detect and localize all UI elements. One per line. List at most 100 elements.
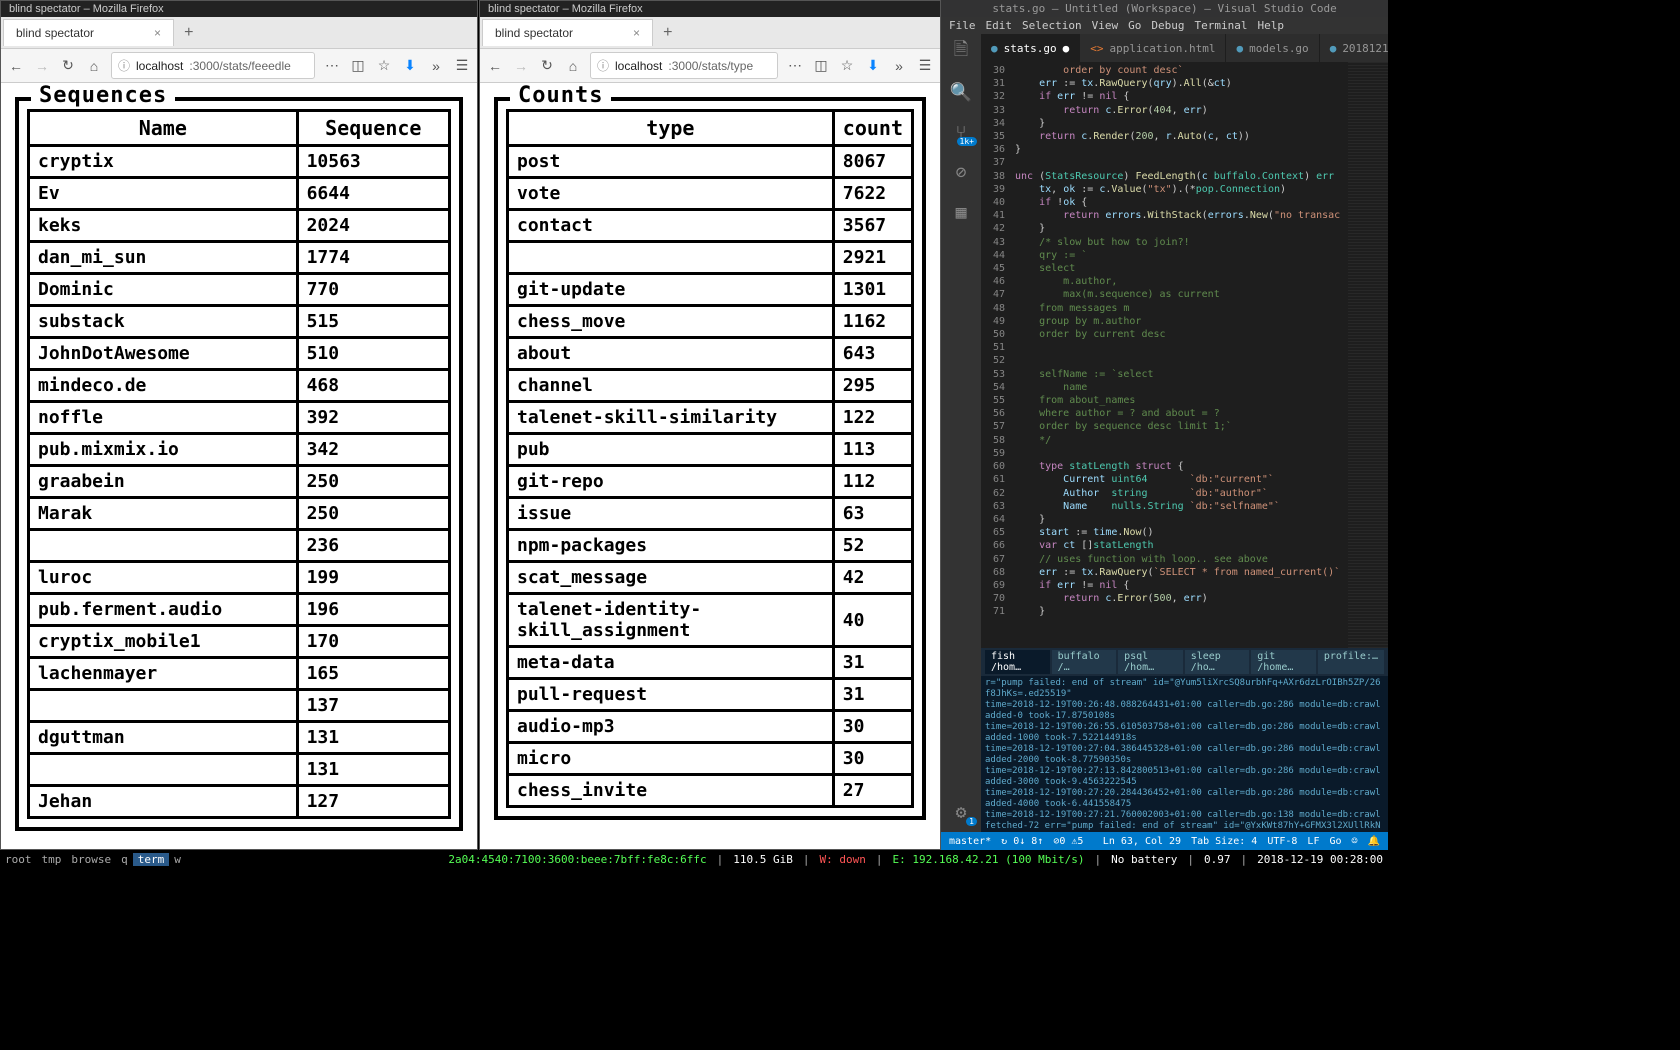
download-icon[interactable]: ⬇ [401, 57, 419, 74]
cell-value: 52 [833, 530, 912, 562]
info-icon[interactable]: ⓘ [118, 57, 130, 74]
cursor-position[interactable]: Ln 63, Col 29 [1103, 836, 1181, 847]
debug-icon[interactable]: ⊘ [949, 160, 973, 184]
home-icon[interactable]: ⌂ [85, 58, 103, 74]
tab-strip: blind spectator × + [1, 17, 477, 49]
cell-value: 1301 [833, 274, 912, 306]
forward-icon[interactable]: → [33, 58, 51, 74]
table-row: chess_move1162 [508, 306, 913, 338]
more-icon[interactable]: ⋯ [786, 57, 804, 74]
workspace-tmp[interactable]: tmp [37, 853, 67, 866]
ipv6-address: 2a04:4540:7100:3600:beee:7bff:fe8c:6ffc [443, 853, 711, 866]
reload-icon[interactable]: ↻ [59, 57, 77, 74]
code-lines[interactable]: order by count desc` err := tx.RawQuery(… [1015, 62, 1348, 648]
menu-item-selection[interactable]: Selection [1022, 19, 1082, 32]
git-branch[interactable]: master* [949, 836, 991, 847]
cell-value: 31 [833, 679, 912, 711]
menu-icon[interactable]: ☰ [453, 57, 471, 74]
browser-tab[interactable]: blind spectator × [3, 19, 174, 46]
col-sequence: Sequence [297, 111, 449, 146]
menu-item-view[interactable]: View [1092, 19, 1119, 32]
code-area[interactable]: 30 31 32 33 34 35 36 37 38 39 40 41 42 4… [981, 62, 1388, 648]
close-icon[interactable]: × [154, 26, 161, 40]
table-row: JohnDotAwesome510 [29, 338, 450, 370]
menu-item-go[interactable]: Go [1128, 19, 1141, 32]
new-tab-button[interactable]: + [653, 18, 682, 48]
encoding[interactable]: UTF-8 [1267, 836, 1297, 847]
bookmark-icon[interactable]: ☆ [375, 57, 393, 74]
more-icon[interactable]: ⋯ [323, 57, 341, 74]
editor-tab[interactable]: <>application.html [1080, 34, 1226, 62]
editor-tab[interactable]: ●models.go [1226, 34, 1319, 62]
extensions-icon[interactable]: ▦ [949, 200, 973, 224]
cell-name: scat_message [508, 562, 834, 594]
terminal-tab[interactable]: fish /hom… [985, 650, 1050, 674]
url-bar[interactable]: ⓘ localhost:3000/stats/feeedle [111, 52, 315, 79]
workspace-root[interactable]: root [0, 853, 37, 866]
tab-size[interactable]: Tab Size: 4 [1191, 836, 1257, 847]
back-icon[interactable]: ← [7, 58, 25, 74]
table-row: dan_mi_sun1774 [29, 242, 450, 274]
reader-icon[interactable]: ◫ [349, 57, 367, 74]
info-icon[interactable]: ⓘ [597, 57, 609, 74]
browser-tab[interactable]: blind spectator × [482, 19, 653, 46]
cell-value: 63 [833, 498, 912, 530]
home-icon[interactable]: ⌂ [564, 58, 582, 74]
editor-tab[interactable]: ●stats.go● [981, 34, 1080, 62]
overflow-icon[interactable]: » [890, 58, 908, 74]
menu-item-help[interactable]: Help [1257, 19, 1284, 32]
cell-value: 2921 [833, 242, 912, 274]
terminal-tab[interactable]: git /home… [1251, 650, 1316, 674]
cell-value: 236 [297, 530, 449, 562]
workspace-w[interactable]: w [169, 853, 186, 866]
bell-icon[interactable]: 🔔 [1368, 836, 1380, 847]
url-path: :3000/stats/type [668, 59, 753, 73]
browser-toolbar: ← → ↻ ⌂ ⓘ localhost:3000/stats/type ⋯ ◫ … [480, 49, 940, 83]
search-icon[interactable]: 🔍 [949, 80, 973, 104]
bookmark-icon[interactable]: ☆ [838, 57, 856, 74]
workspace-browse[interactable]: browse [66, 853, 116, 866]
gear-icon[interactable]: ⚙ [949, 800, 973, 824]
page-content: Counts type count post8067vote7622contac… [480, 83, 940, 849]
explorer-icon[interactable]: 🗎 [949, 40, 973, 64]
back-icon[interactable]: ← [486, 58, 504, 74]
menu-item-terminal[interactable]: Terminal [1194, 19, 1247, 32]
menu-item-edit[interactable]: Edit [986, 19, 1013, 32]
url-host: localhost [615, 59, 662, 73]
url-bar[interactable]: ⓘ localhost :3000/stats/type [590, 52, 778, 79]
cell-value: 31 [833, 647, 912, 679]
cell-name: talenet-skill-similarity [508, 402, 834, 434]
editor-tab[interactable]: ●20181218131... [1320, 34, 1388, 62]
download-icon[interactable]: ⬇ [864, 57, 882, 74]
menu-item-debug[interactable]: Debug [1151, 19, 1184, 32]
problems-count[interactable]: ⊘0 ⚠5 [1053, 836, 1083, 847]
cell-name: Ev [29, 178, 298, 210]
menu-icon[interactable]: ☰ [916, 57, 934, 74]
wifi-status: W: down [815, 853, 871, 866]
cell-value: 30 [833, 711, 912, 743]
terminal-output[interactable]: r="pump failed: end of stream" id="@Yum5… [981, 676, 1388, 832]
forward-icon[interactable]: → [512, 58, 530, 74]
workspace-q[interactable]: q [116, 853, 133, 866]
terminal-tab[interactable]: profile:… [1318, 650, 1384, 674]
terminal-tab[interactable]: buffalo /… [1052, 650, 1117, 674]
eol[interactable]: LF [1307, 836, 1319, 847]
language-mode[interactable]: Go [1329, 836, 1341, 847]
close-icon[interactable]: × [633, 26, 640, 40]
workspace-term[interactable]: term [133, 853, 170, 866]
feedback-icon[interactable]: ☺ [1352, 836, 1358, 847]
menu-item-file[interactable]: File [949, 19, 976, 32]
git-sync[interactable]: ↻ 0↓ 8↑ [1001, 836, 1043, 847]
cell-name: JohnDotAwesome [29, 338, 298, 370]
terminal-tab[interactable]: psql /hom… [1118, 650, 1183, 674]
new-tab-button[interactable]: + [174, 18, 203, 48]
terminal-tab[interactable]: sleep /ho… [1185, 650, 1250, 674]
source-control-icon[interactable]: ⑂ [949, 120, 973, 144]
reader-icon[interactable]: ◫ [812, 57, 830, 74]
cell-value: 131 [297, 722, 449, 754]
cell-name: git-repo [508, 466, 834, 498]
minimap[interactable] [1348, 62, 1388, 648]
overflow-icon[interactable]: » [427, 58, 445, 74]
url-host: localhost [136, 59, 183, 73]
reload-icon[interactable]: ↻ [538, 57, 556, 74]
